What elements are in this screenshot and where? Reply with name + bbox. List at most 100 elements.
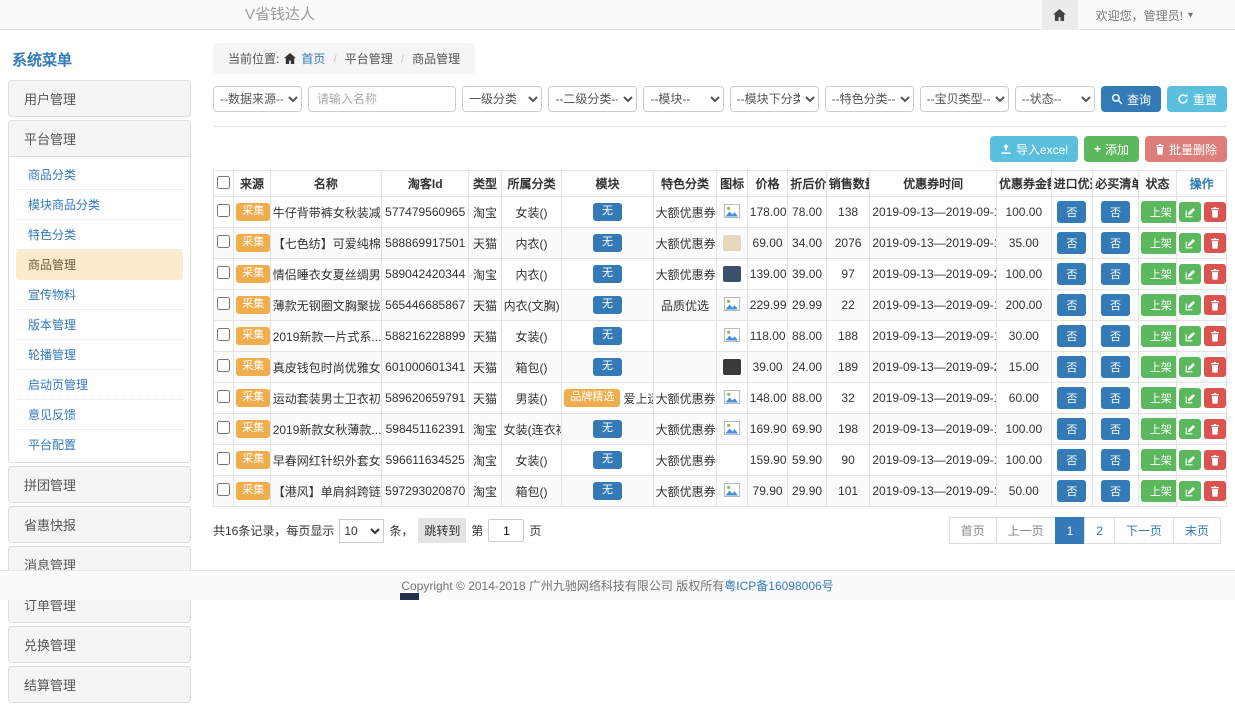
status-button[interactable]: 上架 <box>1141 449 1177 471</box>
status-button[interactable]: 上架 <box>1141 356 1177 378</box>
status-button[interactable]: 上架 <box>1141 387 1177 409</box>
status-button[interactable]: 上架 <box>1141 480 1177 502</box>
add-button[interactable]: + 添加 <box>1084 136 1139 162</box>
row-checkbox[interactable] <box>217 328 230 341</box>
imported-toggle-button[interactable]: 否 <box>1057 480 1086 502</box>
row-checkbox[interactable] <box>217 235 230 248</box>
sidebar-item-省惠快报[interactable]: 省惠快报 <box>9 507 190 542</box>
filter-feature-category[interactable]: --特色分类-- <box>825 86 914 112</box>
edit-button[interactable] <box>1179 357 1201 377</box>
edit-button[interactable] <box>1179 388 1201 408</box>
filter-module[interactable]: --模块-- <box>643 86 723 112</box>
row-checkbox[interactable] <box>217 421 230 434</box>
imported-toggle-button[interactable]: 否 <box>1057 418 1086 440</box>
status-button[interactable]: 上架 <box>1141 201 1177 223</box>
delete-button[interactable] <box>1204 357 1226 377</box>
sidebar-subitem-模块商品分类[interactable]: 模块商品分类 <box>16 190 183 220</box>
must-buy-toggle-button[interactable]: 否 <box>1101 263 1130 285</box>
status-button[interactable]: 上架 <box>1141 263 1177 285</box>
row-checkbox[interactable] <box>217 297 230 310</box>
imported-toggle-button[interactable]: 否 <box>1057 449 1086 471</box>
filter-data-source[interactable]: --数据来源-- <box>213 86 302 112</box>
must-buy-toggle-button[interactable]: 否 <box>1101 201 1130 223</box>
horizontal-scrollbar-thumb[interactable] <box>400 593 419 600</box>
sidebar-item-兑换管理[interactable]: 兑换管理 <box>9 627 190 662</box>
page-button-首页[interactable]: 首页 <box>949 517 997 544</box>
filter-status[interactable]: --状态-- <box>1015 86 1095 112</box>
delete-button[interactable] <box>1204 450 1226 470</box>
must-buy-toggle-button[interactable]: 否 <box>1101 418 1130 440</box>
user-menu[interactable]: 欢迎您，管理员! ▾ <box>1078 0 1235 30</box>
row-checkbox[interactable] <box>217 483 230 496</box>
imported-toggle-button[interactable]: 否 <box>1057 356 1086 378</box>
edit-button[interactable] <box>1179 481 1201 501</box>
status-button[interactable]: 上架 <box>1141 232 1177 254</box>
must-buy-toggle-button[interactable]: 否 <box>1101 356 1130 378</box>
select-all-checkbox[interactable] <box>217 176 230 189</box>
sidebar-subitem-宣传物料[interactable]: 宣传物料 <box>16 280 183 310</box>
delete-button[interactable] <box>1204 481 1226 501</box>
sidebar-subitem-启动页管理[interactable]: 启动页管理 <box>16 370 183 400</box>
delete-button[interactable] <box>1204 326 1226 346</box>
must-buy-toggle-button[interactable]: 否 <box>1101 325 1130 347</box>
sidebar-subitem-商品分类[interactable]: 商品分类 <box>16 160 183 190</box>
import-excel-button[interactable]: 导入excel <box>990 136 1078 162</box>
row-checkbox[interactable] <box>217 390 230 403</box>
delete-button[interactable] <box>1204 233 1226 253</box>
imported-toggle-button[interactable]: 否 <box>1057 232 1086 254</box>
filter-item-type[interactable]: --宝贝类型-- <box>920 86 1009 112</box>
delete-button[interactable] <box>1204 264 1226 284</box>
edit-button[interactable] <box>1179 326 1201 346</box>
sidebar-subitem-意见反馈[interactable]: 意见反馈 <box>16 400 183 430</box>
imported-toggle-button[interactable]: 否 <box>1057 325 1086 347</box>
per-page-select[interactable]: 10 <box>339 519 384 543</box>
home-button[interactable] <box>1042 0 1078 30</box>
filter-module-subcategory[interactable]: --模块下分类-- <box>730 86 819 112</box>
reset-button[interactable]: 重置 <box>1167 86 1227 112</box>
filter-name-input[interactable] <box>308 86 456 112</box>
row-checkbox[interactable] <box>217 359 230 372</box>
sidebar-subitem-特色分类[interactable]: 特色分类 <box>16 220 183 250</box>
jump-page-input[interactable] <box>488 519 524 542</box>
sidebar-item-结算管理[interactable]: 结算管理 <box>9 667 190 702</box>
sidebar-item-用户管理[interactable]: 用户管理 <box>9 81 190 116</box>
edit-button[interactable] <box>1179 264 1201 284</box>
imported-toggle-button[interactable]: 否 <box>1057 263 1086 285</box>
jump-button[interactable]: 跳转到 <box>418 518 466 543</box>
edit-button[interactable] <box>1179 419 1201 439</box>
must-buy-toggle-button[interactable]: 否 <box>1101 294 1130 316</box>
status-button[interactable]: 上架 <box>1141 325 1177 347</box>
delete-button[interactable] <box>1204 388 1226 408</box>
page-button-2[interactable]: 2 <box>1084 517 1115 544</box>
sidebar-item-拼团管理[interactable]: 拼团管理 <box>9 467 190 502</box>
page-button-末页[interactable]: 末页 <box>1173 517 1221 544</box>
imported-toggle-button[interactable]: 否 <box>1057 294 1086 316</box>
sidebar-subitem-平台配置[interactable]: 平台配置 <box>16 430 183 459</box>
sidebar-item-平台管理[interactable]: 平台管理 <box>9 121 190 156</box>
filter-level1-category[interactable]: 一级分类 <box>462 86 542 112</box>
delete-button[interactable] <box>1204 419 1226 439</box>
status-button[interactable]: 上架 <box>1141 294 1177 316</box>
row-checkbox[interactable] <box>217 266 230 279</box>
sidebar-subitem-轮播管理[interactable]: 轮播管理 <box>16 340 183 370</box>
delete-button[interactable] <box>1204 202 1226 222</box>
status-button[interactable]: 上架 <box>1141 418 1177 440</box>
row-checkbox[interactable] <box>217 452 230 465</box>
delete-button[interactable] <box>1204 295 1226 315</box>
must-buy-toggle-button[interactable]: 否 <box>1101 449 1130 471</box>
must-buy-toggle-button[interactable]: 否 <box>1101 232 1130 254</box>
filter-level2-category[interactable]: --二级分类-- <box>548 86 637 112</box>
edit-button[interactable] <box>1179 295 1201 315</box>
icp-link[interactable]: 粤ICP备16098006号 <box>724 577 833 594</box>
edit-button[interactable] <box>1179 233 1201 253</box>
page-button-下一页[interactable]: 下一页 <box>1114 517 1174 544</box>
imported-toggle-button[interactable]: 否 <box>1057 201 1086 223</box>
must-buy-toggle-button[interactable]: 否 <box>1101 387 1130 409</box>
imported-toggle-button[interactable]: 否 <box>1057 387 1086 409</box>
page-button-上一页[interactable]: 上一页 <box>996 517 1056 544</box>
sidebar-subitem-商品管理[interactable]: 商品管理 <box>16 250 183 280</box>
row-checkbox[interactable] <box>217 204 230 217</box>
search-button[interactable]: 查询 <box>1101 86 1161 112</box>
sidebar-subitem-版本管理[interactable]: 版本管理 <box>16 310 183 340</box>
edit-button[interactable] <box>1179 202 1201 222</box>
